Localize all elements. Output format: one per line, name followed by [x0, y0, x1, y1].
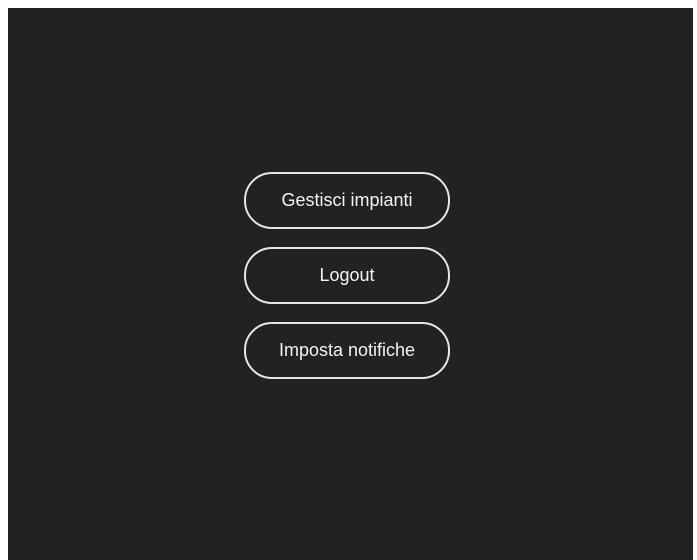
set-notifications-button[interactable]: Imposta notifiche: [244, 322, 450, 379]
main-menu: Gestisci impianti Logout Imposta notific…: [244, 172, 450, 379]
manage-plants-button[interactable]: Gestisci impianti: [244, 172, 450, 229]
logout-button[interactable]: Logout: [244, 247, 450, 304]
app-screen: Gestisci impianti Logout Imposta notific…: [8, 8, 693, 560]
